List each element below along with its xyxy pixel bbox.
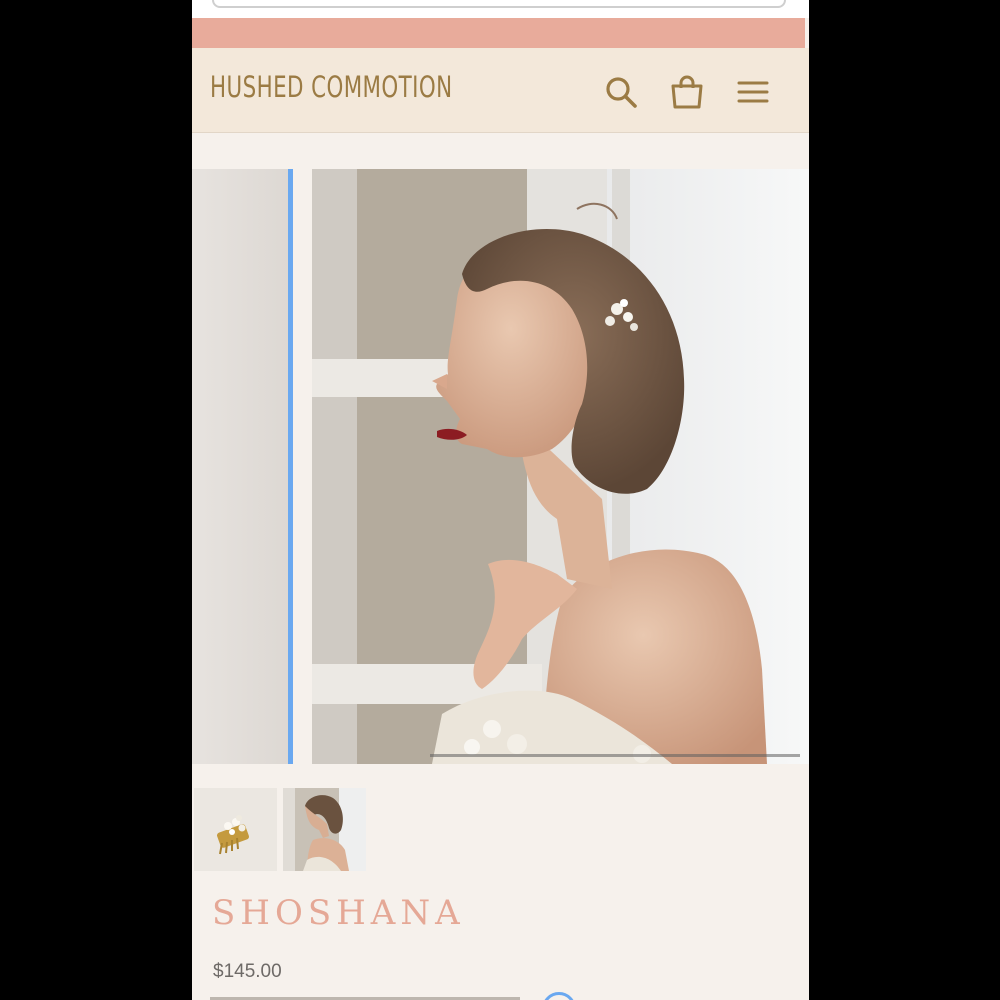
site-logo[interactable]: HUSHED COMMOTION — [210, 70, 453, 104]
previous-slide-image[interactable] — [192, 169, 293, 764]
product-price: $145.00 — [213, 961, 282, 982]
search-icon[interactable] — [603, 74, 639, 110]
mobile-viewport: HUSHED COMMOTION SHOSHANA $145.00 — [192, 0, 809, 1000]
info-icon[interactable] — [542, 992, 576, 1000]
shopping-bag-icon[interactable] — [669, 74, 705, 110]
hamburger-menu-icon[interactable] — [735, 74, 771, 110]
product-title: SHOSHANA — [212, 893, 465, 933]
main-product-image[interactable] — [312, 169, 809, 764]
thumbnail-model-profile[interactable] — [283, 788, 366, 871]
product-image-gallery[interactable] — [192, 169, 809, 764]
browser-top-bar — [192, 0, 809, 18]
thumbnail-hair-comb[interactable] — [194, 788, 277, 871]
site-header: HUSHED COMMOTION — [192, 48, 809, 133]
partial-payment-line — [210, 992, 590, 1000]
announcement-bar — [192, 18, 805, 48]
address-bar[interactable] — [212, 0, 786, 8]
